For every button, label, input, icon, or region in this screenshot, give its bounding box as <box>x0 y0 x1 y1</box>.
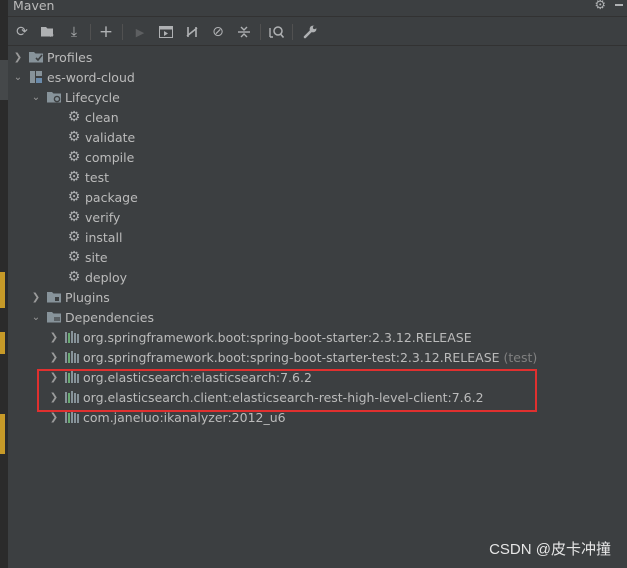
chevron-right-icon[interactable]: ❯ <box>48 367 60 387</box>
tree-node-project[interactable]: ⌄ es-word-cloud <box>8 67 627 87</box>
library-icon <box>64 349 80 365</box>
gear-icon: ⚙ <box>67 229 81 245</box>
goal-label: verify <box>85 209 121 225</box>
lifecycle-goal-validate[interactable]: ⚙ validate <box>8 127 627 147</box>
add-icon[interactable]: + <box>96 22 116 42</box>
chevron-right-icon[interactable]: ❯ <box>48 407 60 427</box>
maven-project-tree: ❯ Profiles ⌄ es-word-cloud ⌄ Lifecycle ⚙… <box>8 46 627 568</box>
goal-label: install <box>85 229 123 245</box>
goal-label: validate <box>85 129 136 145</box>
goal-label: test <box>85 169 110 185</box>
gear-icon: ⚙ <box>67 269 81 285</box>
library-icon <box>64 329 80 345</box>
chevron-down-icon[interactable]: ⌄ <box>30 307 42 327</box>
gear-icon: ⚙ <box>67 189 81 205</box>
plugins-folder-icon <box>46 289 62 305</box>
edge-marker <box>0 332 5 354</box>
chevron-right-icon[interactable]: ❯ <box>48 347 60 367</box>
dependencies-folder-icon <box>46 309 62 325</box>
library-icon <box>64 389 80 405</box>
collapse-all-icon[interactable] <box>234 22 254 42</box>
toolbar-separator <box>90 24 91 40</box>
tree-node-plugins[interactable]: ❯ Plugins <box>8 287 627 307</box>
lifecycle-goal-test[interactable]: ⚙ test <box>8 167 627 187</box>
gear-icon: ⚙ <box>67 209 81 225</box>
reload-icon[interactable]: ⟳ <box>12 22 32 42</box>
tree-node-label: Profiles <box>47 49 93 65</box>
dependency-scope: (test) <box>503 349 538 365</box>
lifecycle-goal-package[interactable]: ⚙ package <box>8 187 627 207</box>
dependency-label: org.springframework.boot:spring-boot-sta… <box>83 349 500 365</box>
tree-node-lifecycle[interactable]: ⌄ Lifecycle <box>8 87 627 107</box>
chevron-down-icon[interactable]: ⌄ <box>12 67 24 87</box>
skip-tests-icon[interactable]: ⊘ <box>208 22 228 42</box>
lifecycle-goal-install[interactable]: ⚙ install <box>8 227 627 247</box>
chevron-down-icon[interactable]: ⌄ <box>30 87 42 107</box>
run-icon[interactable]: ▶ <box>130 22 150 42</box>
dependency-label: org.springframework.boot:spring-boot-sta… <box>83 329 472 345</box>
gear-icon: ⚙ <box>67 129 81 145</box>
gear-icon: ⚙ <box>67 109 81 125</box>
dependency-item[interactable]: ❯ org.elasticsearch.client:elasticsearch… <box>8 387 627 407</box>
gear-icon: ⚙ <box>67 149 81 165</box>
tree-node-label: Dependencies <box>65 309 154 325</box>
edge-marker <box>0 60 8 100</box>
dependency-label: org.elasticsearch.client:elasticsearch-r… <box>83 389 484 405</box>
lifecycle-goal-compile[interactable]: ⚙ compile <box>8 147 627 167</box>
tree-node-profiles[interactable]: ❯ Profiles <box>8 47 627 67</box>
edge-marker <box>0 272 5 308</box>
settings-wrench-icon[interactable] <box>300 22 320 42</box>
tree-node-dependencies[interactable]: ⌄ Dependencies <box>8 307 627 327</box>
editor-edge-strip <box>0 0 8 568</box>
maven-toolbar: ⟳ ⤓ + ▶ ⊘ <box>8 17 627 46</box>
edge-marker <box>0 414 5 454</box>
show-dependencies-icon[interactable] <box>266 22 286 42</box>
lifecycle-folder-icon <box>46 89 62 105</box>
toolbar-separator <box>292 24 293 40</box>
toggle-offline-icon[interactable] <box>182 22 202 42</box>
tree-node-label: Plugins <box>65 289 110 305</box>
goal-label: package <box>85 189 138 205</box>
dependency-item[interactable]: ❯ com.janeluo:ikanalyzer:2012_u6 <box>8 407 627 427</box>
gear-icon: ⚙ <box>67 249 81 265</box>
dependency-label: com.janeluo:ikanalyzer:2012_u6 <box>83 409 286 425</box>
tool-window-title: Maven <box>13 0 55 13</box>
gear-icon[interactable]: ⚙ <box>594 0 606 13</box>
tree-node-label: Lifecycle <box>65 89 120 105</box>
maven-tool-window: Maven ⚙ ⟳ ⤓ + ▶ ⊘ ❯ Profiles ⌄ es-word-c… <box>8 0 627 568</box>
gear-icon: ⚙ <box>67 169 81 185</box>
tree-node-label: es-word-cloud <box>47 69 135 85</box>
toolbar-separator <box>260 24 261 40</box>
chevron-right-icon[interactable]: ❯ <box>48 387 60 407</box>
download-sources-icon[interactable]: ⤓ <box>64 22 84 42</box>
minimize-icon[interactable] <box>615 4 623 6</box>
watermark: CSDN @皮卡冲撞 <box>489 541 611 558</box>
library-icon <box>64 409 80 425</box>
chevron-right-icon[interactable]: ❯ <box>30 287 42 307</box>
goal-label: deploy <box>85 269 128 285</box>
lifecycle-goal-verify[interactable]: ⚙ verify <box>8 207 627 227</box>
add-maven-project-icon[interactable] <box>38 22 58 42</box>
chevron-right-icon[interactable]: ❯ <box>48 327 60 347</box>
dependency-item[interactable]: ❯ org.elasticsearch:elasticsearch:7.6.2 <box>8 367 627 387</box>
lifecycle-goal-site[interactable]: ⚙ site <box>8 247 627 267</box>
toolbar-separator <box>122 24 123 40</box>
dependency-item[interactable]: ❯ org.springframework.boot:spring-boot-s… <box>8 327 627 347</box>
goal-label: compile <box>85 149 135 165</box>
goal-label: site <box>85 249 108 265</box>
execute-goal-icon[interactable] <box>156 22 176 42</box>
maven-project-icon <box>28 69 44 85</box>
chevron-right-icon[interactable]: ❯ <box>12 47 24 67</box>
dependency-label: org.elasticsearch:elasticsearch:7.6.2 <box>83 369 312 385</box>
dependency-item[interactable]: ❯ org.springframework.boot:spring-boot-s… <box>8 347 627 367</box>
lifecycle-goal-clean[interactable]: ⚙ clean <box>8 107 627 127</box>
goal-label: clean <box>85 109 119 125</box>
folder-icon <box>28 49 44 65</box>
lifecycle-goal-deploy[interactable]: ⚙ deploy <box>8 267 627 287</box>
tool-window-header: Maven ⚙ <box>8 0 627 17</box>
library-icon <box>64 369 80 385</box>
